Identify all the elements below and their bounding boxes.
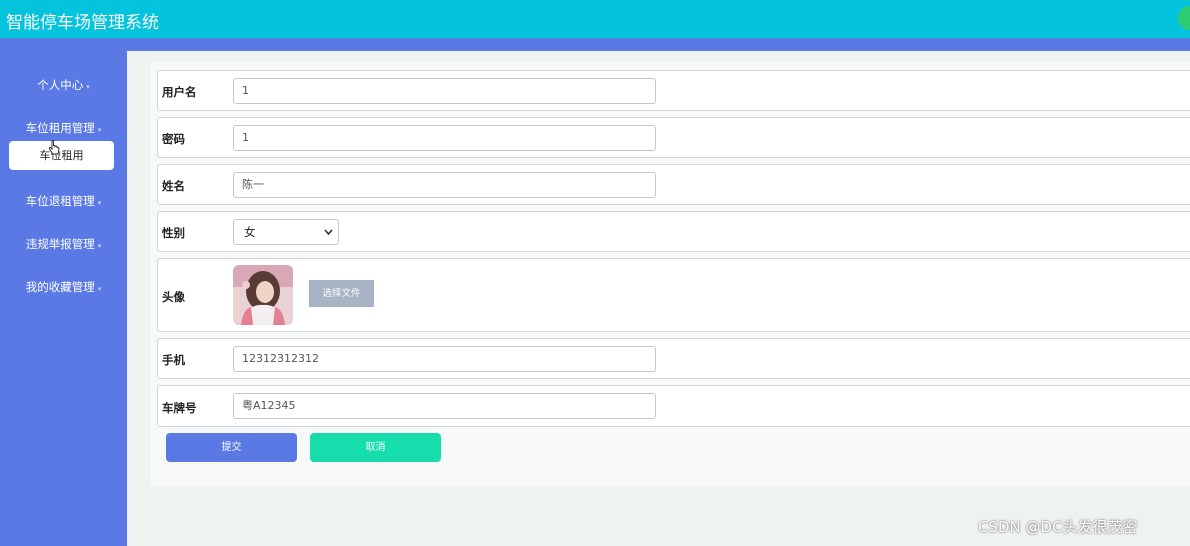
sidebar-item-personal-center[interactable]: 个人中心 ▾: [0, 77, 127, 93]
caret-down-icon: ▾: [86, 83, 90, 91]
form-row-gender: 性别 女: [157, 211, 1190, 252]
plate-field[interactable]: 粤A12345: [233, 393, 656, 419]
form-row-password: 密码 1: [157, 117, 1190, 158]
watermark: CSDN @DC头发很茂密: [978, 518, 1138, 536]
app-title: 智能停车场管理系统: [6, 13, 159, 33]
password-field[interactable]: 1: [233, 125, 656, 151]
sidebar-item-label: 车位退租管理: [25, 194, 95, 208]
sidebar-item-label: 我的收藏管理: [25, 280, 95, 294]
form-row-name: 姓名 陈一: [157, 164, 1190, 205]
hand-cursor-icon: [48, 140, 60, 160]
username-label: 用户名: [162, 85, 197, 99]
avatar-image: [233, 265, 293, 325]
password-label: 密码: [162, 132, 185, 146]
choose-file-button[interactable]: 选择文件: [309, 280, 374, 307]
sidebar-item-space-rental[interactable]: 车位租用管理 ▾: [0, 120, 127, 136]
caret-down-icon: ▾: [97, 285, 102, 293]
sidebar-item-favorites[interactable]: 我的收藏管理 ▾: [0, 279, 127, 295]
sub-bar: [0, 38, 1190, 51]
sidebar-item-violation-report[interactable]: 违规举报管理 ▾: [0, 236, 127, 252]
form-row-username: 用户名 1: [157, 70, 1190, 111]
sidebar-subitem-space-rent[interactable]: 车位租用: [9, 141, 114, 170]
username-field[interactable]: 1: [233, 78, 656, 104]
phone-label: 手机: [162, 353, 185, 367]
name-label: 姓名: [162, 179, 185, 193]
plate-label: 车牌号: [162, 401, 197, 415]
user-avatar-icon[interactable]: [1178, 6, 1190, 30]
sidebar-item-label: 个人中心: [37, 78, 84, 92]
sidebar-item-space-return[interactable]: 车位退租管理 ▾: [0, 193, 127, 209]
form-row-phone: 手机 12312312312: [157, 338, 1190, 379]
gender-select[interactable]: 女: [233, 219, 339, 245]
name-field[interactable]: 陈一: [233, 172, 656, 198]
gender-label: 性别: [162, 226, 185, 240]
cancel-button[interactable]: 取消: [310, 433, 441, 462]
form-row-avatar: 头像 选择文件: [157, 258, 1190, 332]
sidebar-item-label: 车位租用管理: [25, 121, 95, 135]
form-row-plate: 车牌号 粤A12345: [157, 385, 1190, 427]
top-bar: 智能停车场管理系统: [0, 0, 1190, 38]
gender-select-value: 女: [244, 225, 256, 239]
sidebar-item-label: 违规举报管理: [25, 237, 95, 251]
sidebar: 个人中心 ▾ 车位租用管理 ▾ 车位租用 车位退租管理 ▾ 违规举报管理 ▾ 我的收藏管…: [0, 51, 127, 546]
caret-down-icon: ▾: [97, 126, 102, 134]
avatar-label: 头像: [162, 290, 185, 304]
phone-field[interactable]: 12312312312: [233, 346, 656, 372]
caret-down-icon: ▾: [97, 199, 102, 207]
chevron-down-icon: [324, 220, 333, 254]
caret-down-icon: ▾: [97, 242, 102, 250]
submit-button[interactable]: 提交: [166, 433, 297, 462]
